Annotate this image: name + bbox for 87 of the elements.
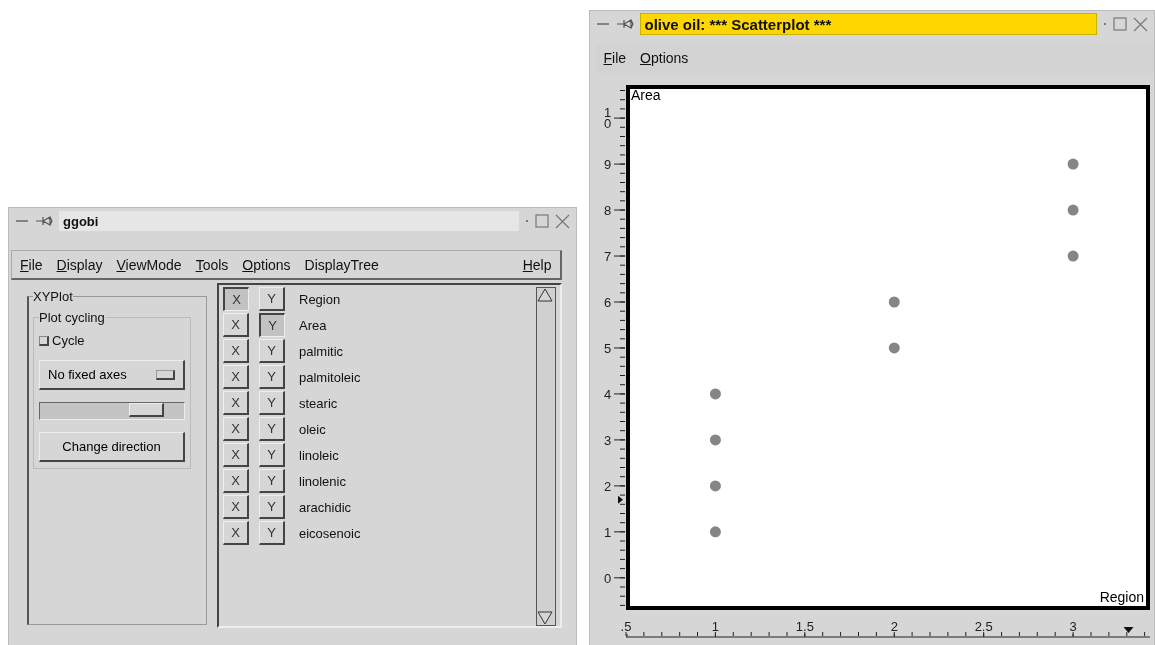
fixed-axes-dropdown[interactable]: No fixed axes	[39, 360, 185, 390]
scrollbar[interactable]	[536, 287, 556, 626]
y-tick-label: 7	[603, 249, 611, 264]
y-tick-label: 6	[603, 295, 611, 310]
y-tick-label: 2	[603, 478, 611, 494]
menu-item[interactable]: File	[603, 50, 627, 66]
y-tick-label: 0	[603, 570, 611, 586]
y-toggle[interactable]: Y	[259, 469, 285, 493]
x-toggle[interactable]: X	[223, 495, 249, 519]
y-tick-label: 1 0	[603, 105, 611, 132]
x-toggle[interactable]: X	[223, 287, 249, 311]
menu-item[interactable]: Tools	[195, 256, 229, 273]
data-point	[1067, 250, 1079, 262]
y-toggle[interactable]: Y	[259, 287, 285, 311]
frame-title: Plot cycling	[39, 310, 105, 325]
x-toggle[interactable]: X	[223, 417, 249, 441]
variable-name: palmitic	[299, 343, 344, 359]
y-toggle[interactable]: Y	[259, 313, 285, 337]
speed-slider[interactable]	[39, 402, 185, 420]
x-tick-label: 3	[1069, 619, 1077, 634]
menu-item[interactable]: Help	[522, 256, 552, 273]
x-tick-label: 1.5	[795, 619, 814, 634]
menu-item[interactable]: File	[20, 256, 43, 273]
x-tick-label: .5	[620, 619, 631, 634]
y-tick-label: 9	[603, 157, 611, 173]
close-icon[interactable]	[1133, 16, 1148, 32]
x-tick-label: 2.5	[974, 619, 993, 634]
menu-item[interactable]: Options	[640, 50, 689, 66]
data-point	[1067, 158, 1079, 170]
x-toggle[interactable]: X	[223, 365, 249, 389]
variable-name: arachidic	[299, 499, 352, 515]
y-toggle[interactable]: Y	[259, 495, 285, 519]
variable-name: Region	[299, 291, 341, 307]
pin-icon[interactable]	[615, 18, 634, 30]
y-toggle[interactable]: Y	[259, 339, 285, 363]
y-tick-label: 4	[603, 386, 611, 402]
x-toggle[interactable]: X	[223, 391, 249, 415]
x-tick-label: 2	[890, 619, 898, 634]
menu-item[interactable]: Options	[242, 256, 291, 273]
checkbox-label: Cycle	[52, 333, 85, 348]
variable-name: stearic	[299, 395, 338, 411]
menu-item[interactable]: DisplayTree	[304, 256, 379, 273]
menu-item[interactable]: ViewMode	[116, 256, 182, 273]
data-point	[1067, 204, 1079, 216]
shade-icon[interactable]	[1103, 22, 1107, 26]
variable-name: linolenic	[299, 473, 346, 489]
data-point	[709, 480, 721, 492]
x-toggle[interactable]: X	[223, 443, 249, 467]
variable-name: oleic	[299, 421, 326, 437]
data-point	[709, 434, 721, 446]
y-tick-label: 5	[603, 340, 611, 356]
data-point	[888, 296, 900, 308]
data-point	[709, 526, 721, 538]
y-axis-label: Area	[630, 87, 661, 103]
menu-item[interactable]: Display	[56, 256, 103, 273]
variable-name: palmitoleic	[299, 369, 361, 385]
y-toggle[interactable]: Y	[259, 521, 285, 545]
ruler-marker-icon	[1123, 627, 1134, 633]
variable-name: eicosenoic	[299, 525, 361, 541]
frame-title: XYPlot	[33, 289, 73, 304]
scroll-down-icon[interactable]	[537, 611, 553, 625]
data-point	[709, 388, 721, 400]
cycle-checkbox[interactable]	[39, 335, 49, 346]
y-toggle[interactable]: Y	[259, 417, 285, 441]
y-tick-label: 1	[603, 524, 611, 540]
y-tick-label: 8	[603, 203, 611, 219]
window-title: ggobi	[59, 211, 519, 231]
variable-name: linoleic	[299, 447, 339, 463]
variable-name: Area	[299, 317, 327, 333]
y-toggle[interactable]: Y	[259, 391, 285, 415]
slider-thumb[interactable]	[129, 403, 165, 417]
scroll-up-icon[interactable]	[537, 288, 553, 302]
x-axis-label: Region	[1099, 589, 1144, 605]
ruler-marker-icon	[617, 495, 623, 504]
close-icon[interactable]	[554, 213, 570, 229]
data-point	[888, 342, 900, 354]
y-toggle[interactable]: Y	[259, 365, 285, 389]
y-toggle[interactable]: Y	[259, 443, 285, 467]
x-toggle[interactable]: X	[223, 469, 249, 493]
x-toggle[interactable]: X	[223, 339, 249, 363]
window-title: olive oil: *** Scatterplot ***	[639, 13, 1097, 35]
change-direction-button[interactable]: Change direction	[39, 432, 185, 462]
x-toggle[interactable]: X	[223, 521, 249, 545]
x-toggle[interactable]: X	[223, 313, 249, 337]
pin-icon[interactable]	[35, 215, 53, 227]
x-tick-label: 1	[711, 619, 719, 634]
y-tick-label: 3	[603, 432, 611, 448]
